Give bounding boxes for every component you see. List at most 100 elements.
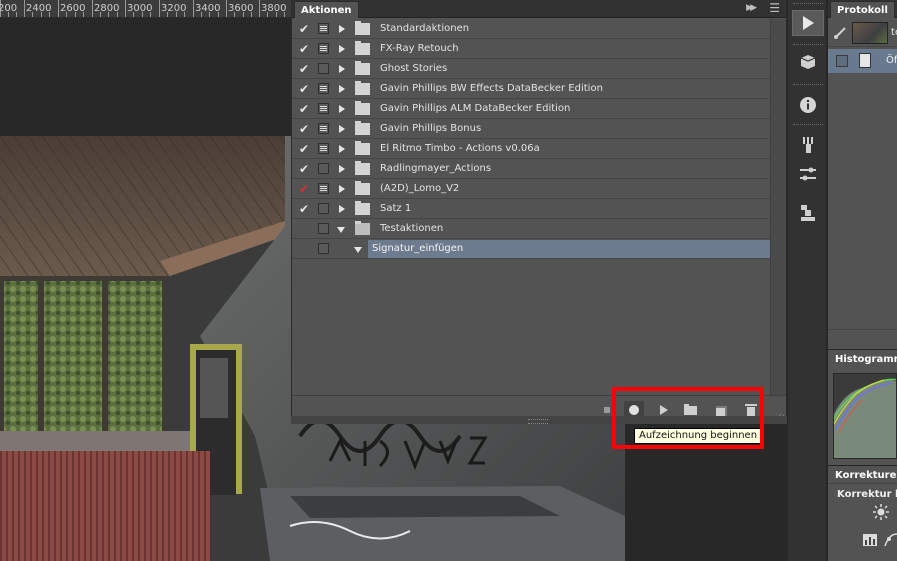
action-name: Testaktionen <box>380 223 444 234</box>
protocol-step-row[interactable]: Öf <box>828 49 897 73</box>
levels-icon[interactable] <box>863 534 877 546</box>
toggle-check-icon[interactable]: ✔ <box>297 102 311 116</box>
dialog-toggle-icon[interactable] <box>318 223 329 234</box>
expand-triangle-icon[interactable] <box>339 85 345 93</box>
tool-presets-icon[interactable] <box>792 162 824 188</box>
dialog-toggle-icon[interactable] <box>318 63 329 74</box>
dialog-toggle-icon[interactable] <box>318 103 329 114</box>
dialog-toggle-icon[interactable] <box>318 43 329 54</box>
dialog-toggle-icon[interactable] <box>318 163 329 174</box>
toggle-check-icon[interactable]: ✔ <box>297 62 311 76</box>
expand-triangle-icon[interactable] <box>339 25 345 33</box>
snapshot-brush-icon[interactable] <box>833 26 847 40</box>
snapshot-thumbnail <box>852 22 888 44</box>
vertical-scrollbar[interactable] <box>770 19 786 395</box>
dialog-toggle-icon[interactable] <box>318 143 329 154</box>
toggle-check-icon[interactable]: ✔ <box>297 122 311 136</box>
toggle-check-icon[interactable] <box>297 222 311 236</box>
actions-list: ✔ Standardaktionen ✔ FX-Ray Retouch ✔ Ghost S… <box>292 19 770 395</box>
3d-cube-icon[interactable] <box>792 50 824 76</box>
dialog-toggle-icon[interactable] <box>318 183 329 194</box>
histogram-panel-header: Histogramm <box>828 350 897 368</box>
collapse-triangle-icon[interactable] <box>354 247 362 253</box>
dialog-toggle-icon[interactable] <box>318 243 329 254</box>
ruler-label: 2600 <box>60 3 86 14</box>
dock-grip[interactable] <box>793 44 823 48</box>
action-row[interactable]: ✔ Standardaktionen <box>292 19 770 39</box>
tab-histogram[interactable]: Histogramm <box>829 351 897 368</box>
dock-grip[interactable] <box>793 3 823 7</box>
action-row[interactable]: ✔ Gavin Phillips BW Effects DataBecker Ed… <box>292 79 770 99</box>
toggle-check-icon[interactable] <box>297 242 311 256</box>
folder-icon <box>355 161 370 175</box>
expand-triangle-icon[interactable] <box>339 145 345 153</box>
panel-menu-icon[interactable]: ☰ <box>769 2 780 14</box>
ruler-label: 3400 <box>195 3 221 14</box>
canvas-pasteboard <box>0 18 291 136</box>
tab-corrections[interactable]: Korrekturen <box>829 467 897 484</box>
actions-panel-header: Aktionen ▶▶ ☰ <box>292 0 786 18</box>
clone-source-icon[interactable] <box>792 200 824 226</box>
expand-triangle-icon[interactable] <box>339 65 345 73</box>
toggle-check-icon[interactable]: ✔ <box>297 182 311 196</box>
action-name: Gavin Phillips Bonus <box>380 123 482 134</box>
toggle-check-icon[interactable]: ✔ <box>297 202 311 216</box>
action-row[interactable]: ✔ (A2D)_Lomo_V2 <box>292 179 770 199</box>
action-name: FX-Ray Retouch <box>380 43 459 54</box>
expand-triangle-icon[interactable] <box>339 205 345 213</box>
expand-triangle-icon[interactable] <box>339 45 345 53</box>
action-name: El Ritmo Timbo - Actions v0.06a <box>380 143 540 154</box>
expand-triangle-icon[interactable] <box>339 185 345 193</box>
folder-icon <box>355 41 370 55</box>
action-row[interactable]: Signatur_einfügen <box>292 239 770 259</box>
folder-icon <box>355 81 370 95</box>
action-name: Ghost Stories <box>380 63 448 74</box>
protocol-toolbar <box>828 329 897 349</box>
histogram-panel <box>828 367 897 462</box>
dialog-toggle-icon[interactable] <box>318 203 329 214</box>
toggle-check-icon[interactable]: ✔ <box>297 42 311 56</box>
tab-actions[interactable]: Aktionen <box>294 1 359 18</box>
open-folder-icon <box>355 221 370 235</box>
curves-icon[interactable] <box>884 533 897 547</box>
folder-icon <box>355 61 370 75</box>
action-row[interactable]: ✔ Gavin Phillips ALM DataBecker Edition <box>292 99 770 119</box>
ruler-label: 3600 <box>228 3 254 14</box>
ruler-label: 3000 <box>127 3 153 14</box>
dialog-toggle-icon[interactable] <box>318 83 329 94</box>
ruler-label: 2800 <box>94 3 120 14</box>
protocol-snapshot-row[interactable]: te <box>828 19 897 47</box>
toggle-check-icon[interactable]: ✔ <box>297 22 311 36</box>
corrections-title: Korrektur hi <box>837 489 897 500</box>
toggle-check-icon[interactable]: ✔ <box>297 82 311 96</box>
history-brush-checkbox[interactable] <box>836 55 848 67</box>
action-name: Standardaktionen <box>380 23 470 34</box>
collapse-triangle-icon[interactable] <box>337 227 345 233</box>
tab-protocol[interactable]: Protokoll <box>830 1 895 18</box>
dialog-toggle-icon[interactable] <box>318 123 329 134</box>
toggle-check-icon[interactable]: ✔ <box>297 142 311 156</box>
action-row[interactable]: ✔ Ghost Stories <box>292 59 770 79</box>
brightness-icon[interactable] <box>873 504 889 520</box>
info-icon[interactable] <box>792 92 824 118</box>
collapse-panel-icon[interactable]: ▶▶ <box>746 3 757 13</box>
dock-grip[interactable] <box>793 84 823 88</box>
expand-triangle-icon[interactable] <box>339 125 345 133</box>
dock-grip[interactable] <box>793 124 823 128</box>
folder-icon <box>355 21 370 35</box>
action-row[interactable]: ✔ FX-Ray Retouch <box>292 39 770 59</box>
dialog-toggle-icon[interactable] <box>318 23 329 34</box>
action-row[interactable]: ✔ El Ritmo Timbo - Actions v0.06a <box>292 139 770 159</box>
action-row[interactable]: ✔ Radlingmayer_Actions <box>292 159 770 179</box>
action-row[interactable]: ✔ Satz 1 <box>292 199 770 219</box>
action-row[interactable]: Testaktionen <box>292 219 770 239</box>
actions-play-icon[interactable] <box>792 10 824 36</box>
expand-triangle-icon[interactable] <box>339 165 345 173</box>
expand-triangle-icon[interactable] <box>339 105 345 113</box>
protocol-step-name: Öf <box>886 55 897 66</box>
action-row[interactable]: ✔ Gavin Phillips Bonus <box>292 119 770 139</box>
brush-presets-icon[interactable] <box>792 132 824 158</box>
histogram-graph <box>833 373 897 459</box>
toggle-check-icon[interactable]: ✔ <box>297 162 311 176</box>
folder-icon <box>355 141 370 155</box>
